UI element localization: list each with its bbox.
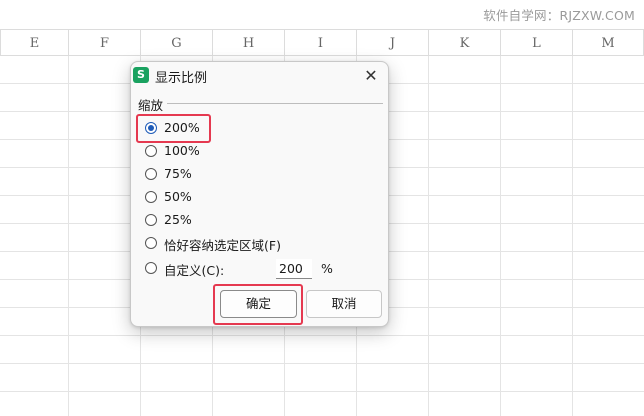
grid-line [0,335,644,336]
column-header-e[interactable]: E [0,29,68,56]
radio-button[interactable] [145,122,157,134]
column-header-h[interactable]: H [212,29,284,56]
close-icon: ✕ [364,66,378,85]
option-label: 75% [164,166,192,181]
grid-line [572,56,573,416]
radio-button[interactable] [145,214,157,226]
radio-button[interactable] [145,237,157,249]
option-label: 200% [164,120,200,135]
option-label: 50% [164,189,192,204]
option-label: 25% [164,212,192,227]
radio-button[interactable] [145,262,157,274]
option-label: 自定义(C): [164,263,225,278]
column-header-j[interactable]: J [356,29,428,56]
ok-button[interactable]: 确定 [220,290,297,318]
column-header-i[interactable]: I [284,29,356,56]
cancel-button[interactable]: 取消 [306,290,382,318]
option-label: 恰好容纳选定区域(F) [164,238,281,253]
app-logo-icon: S [133,67,149,83]
dialog-title: 显示比例 [155,71,208,86]
radio-button[interactable] [145,168,157,180]
zoom-section-label: 缩放 [138,98,164,113]
column-header-k[interactable]: K [428,29,500,56]
grid-line [68,56,69,416]
custom-zoom-input[interactable] [276,259,312,279]
grid-line [0,363,644,364]
zoom-dialog: S 显示比例 ✕ 缩放 200% 100% 75% 50% 25% 恰好容纳选定… [130,61,389,327]
radio-button[interactable] [145,145,157,157]
section-divider [167,103,383,104]
radio-button[interactable] [145,191,157,203]
close-button[interactable]: ✕ [360,65,382,87]
percent-sign: % [321,261,333,276]
grid-line [0,391,644,392]
watermark: 软件自学网：RJZXW.COM [483,8,635,23]
grid-line [500,56,501,416]
option-label: 100% [164,143,200,158]
column-header-f[interactable]: F [68,29,140,56]
dialog-titlebar[interactable]: S 显示比例 ✕ [131,62,388,90]
column-header-g[interactable]: G [140,29,212,56]
grid-line [428,56,429,416]
column-header-l[interactable]: L [500,29,572,56]
column-header-m[interactable]: M [572,29,644,56]
